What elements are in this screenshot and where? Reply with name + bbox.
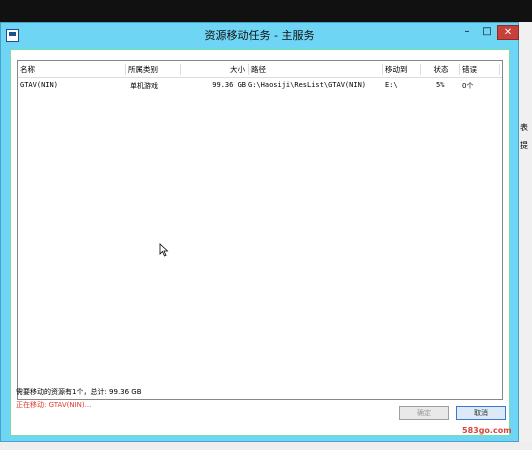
maximize-button[interactable]: □	[477, 25, 497, 40]
cancel-button[interactable]: 取消	[456, 406, 506, 420]
side-text-1: 表	[520, 123, 528, 132]
move-task-window: 资源移动任务 - 主服务 – □ ✕ 名称 所属类别 大小 路径 移动到 状态 …	[0, 22, 519, 442]
side-text-2: 提	[520, 141, 528, 150]
moving-status-text: 正在移动: GTAV(NIN)...	[16, 401, 92, 409]
col-header-error[interactable]: 错误	[460, 64, 500, 75]
mouse-cursor-icon	[159, 243, 169, 257]
cell-destination: E:\	[385, 81, 398, 89]
col-header-destination[interactable]: 移动到	[383, 64, 421, 75]
col-header-size[interactable]: 大小	[181, 64, 249, 75]
close-button[interactable]: ✕	[497, 25, 519, 40]
col-header-path[interactable]: 路径	[249, 64, 383, 75]
col-header-category[interactable]: 所属类别	[126, 64, 181, 75]
cell-status: 5%	[436, 81, 445, 89]
window-title: 资源移动任务 - 主服务	[204, 29, 315, 42]
dialog-body: 名称 所属类别 大小 路径 移动到 状态 错误 GTAV(NIN) 单机游戏 9…	[10, 49, 510, 436]
cell-category: 单机游戏	[130, 82, 158, 90]
minimize-button[interactable]: –	[457, 25, 477, 40]
taskbar-bottom	[0, 442, 532, 450]
cell-error: 0个	[462, 82, 474, 90]
summary-text: 需要移动的资源有1个，总计: 99.36 GB	[16, 388, 142, 396]
ok-button[interactable]: 确定	[399, 406, 449, 420]
title-bar[interactable]: 资源移动任务 - 主服务 – □ ✕	[1, 23, 519, 47]
table-row[interactable]: GTAV(NIN) 单机游戏 99.36 GB G:\Haosiji\ResLi…	[18, 81, 502, 93]
watermark: 583go.com	[462, 426, 512, 435]
cell-name: GTAV(NIN)	[20, 81, 58, 89]
cell-size: 99.36 GB	[212, 81, 246, 89]
col-header-name[interactable]: 名称	[18, 64, 126, 75]
background-window-edge: 表 提	[517, 22, 532, 450]
table-header: 名称 所属类别 大小 路径 移动到 状态 错误	[18, 61, 502, 78]
col-header-status[interactable]: 状态	[421, 64, 460, 75]
taskbar-top	[0, 0, 532, 22]
resource-table[interactable]: 名称 所属类别 大小 路径 移动到 状态 错误 GTAV(NIN) 单机游戏 9…	[17, 60, 503, 400]
cell-path: G:\Haosiji\ResList\GTAV(NIN)	[248, 81, 367, 89]
